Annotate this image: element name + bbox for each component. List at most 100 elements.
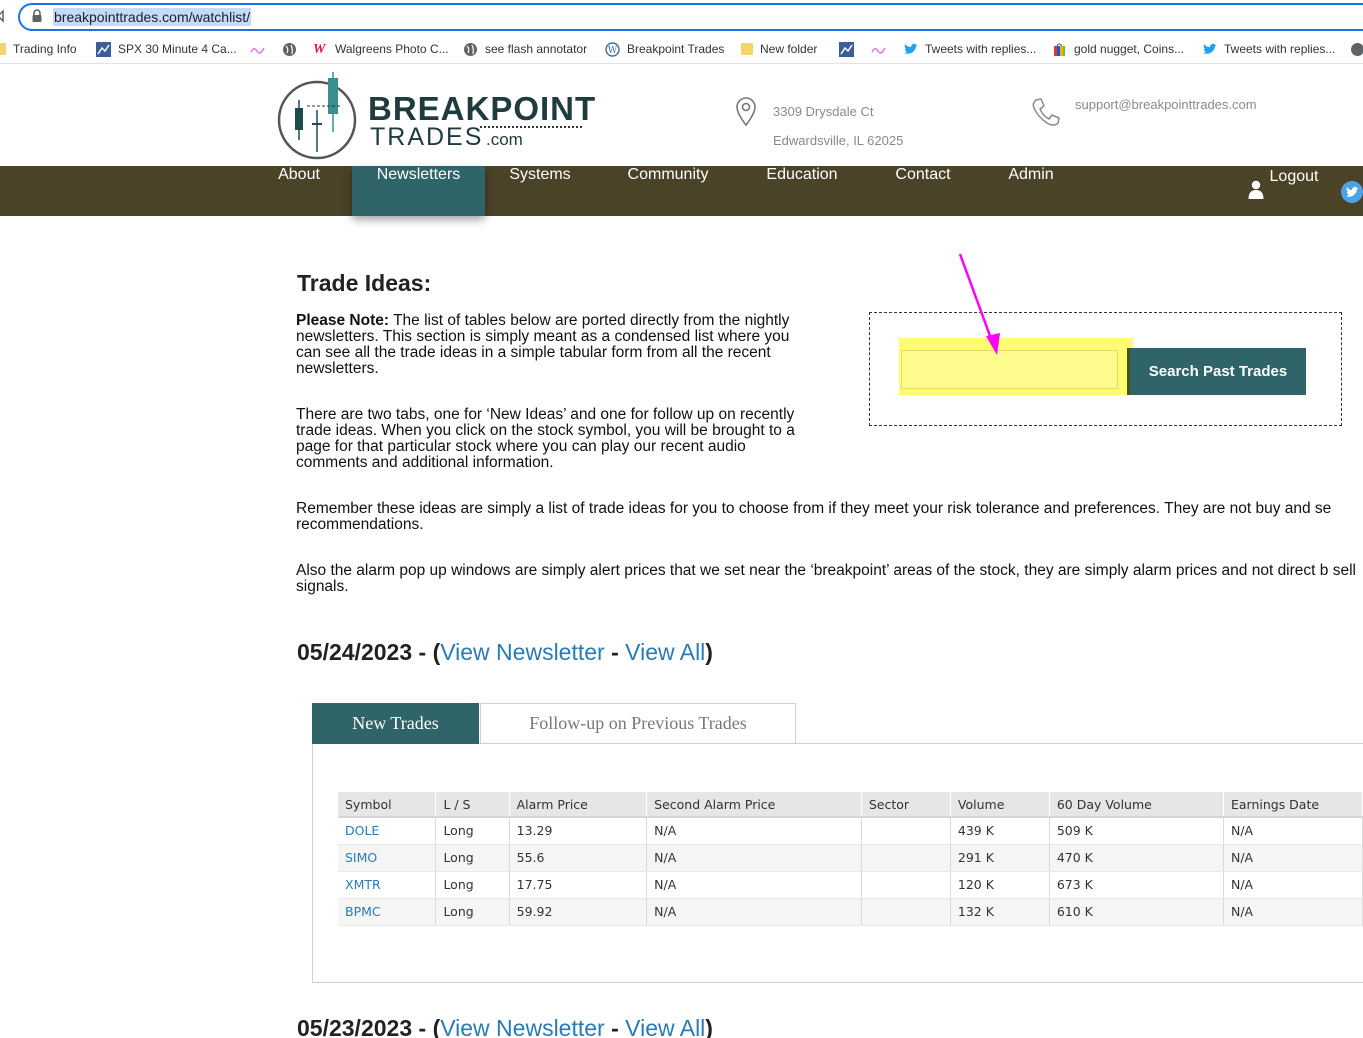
bookmark-globe[interactable]: [282, 40, 304, 58]
column-header[interactable]: Sector: [861, 792, 951, 818]
view-all-link[interactable]: View All: [625, 639, 705, 665]
lock-icon[interactable]: [31, 9, 43, 23]
wordpress-favicon: W: [605, 41, 620, 57]
logo-trades: TRADES: [370, 123, 484, 151]
address-line-1: 3309 Drysdale Ct: [773, 104, 874, 119]
search-past-trades-button[interactable]: Search Past Trades: [1127, 348, 1306, 395]
arrow-annotation-icon: [958, 253, 1000, 355]
page-title: Trade Ideas:: [297, 270, 432, 296]
bookmark-flash-annotator[interactable]: see flash annotator: [463, 40, 587, 58]
table-cell: N/A: [646, 898, 862, 926]
bookmark-new-folder[interactable]: New folder: [741, 40, 817, 58]
bookmark-breakpoint-trades[interactable]: W Breakpoint Trades: [605, 40, 724, 58]
phone-icon: [1032, 98, 1060, 126]
nav-systems[interactable]: Systems: [500, 166, 580, 216]
main-nav: About Newsletters Systems Community Educ…: [0, 166, 1363, 216]
logo-dotcom: .com: [486, 130, 523, 149]
table-cell: N/A: [1223, 817, 1363, 845]
table-row: SIMO Long 55.6 N/A 291 K 470 K N/A: [338, 844, 1363, 872]
bookmark-gold-nugget[interactable]: gold nugget, Coins...: [1052, 40, 1184, 58]
url-text[interactable]: breakpointtrades.com/watchlist/: [53, 8, 252, 26]
table-cell: N/A: [646, 844, 862, 872]
view-all-link[interactable]: View All: [625, 1015, 705, 1038]
walgreens-favicon: W: [313, 41, 326, 57]
tabs-explanation-paragraph: There are two tabs, one for ‘New Ideas’ …: [296, 406, 795, 471]
bookmark-tweets-1[interactable]: Tweets with replies...: [903, 40, 1036, 58]
table-cell: Long: [435, 898, 510, 926]
nav-admin[interactable]: Admin: [996, 166, 1066, 216]
symbol-link[interactable]: BPMC: [338, 898, 437, 926]
nav-education[interactable]: Education: [755, 166, 849, 216]
user-icon[interactable]: [1248, 180, 1264, 200]
nav-community[interactable]: Community: [614, 166, 722, 216]
bookmark-label: Tweets with replies...: [925, 42, 1037, 56]
newsletter-date: 05/24/2023: [297, 639, 413, 665]
alarm-explanation-paragraph: Also the alarm pop up windows are simply…: [296, 562, 1356, 595]
table-cell: Long: [435, 844, 510, 872]
bookmark-chart[interactable]: [839, 40, 861, 58]
table-cell: [861, 898, 951, 926]
bookmark-spx-chart[interactable]: SPX 30 Minute 4 Ca...: [96, 40, 237, 58]
column-header[interactable]: Second Alarm Price: [646, 792, 862, 818]
bookmark-squiggle[interactable]: [871, 40, 893, 58]
table-cell: 509 K: [1049, 817, 1224, 845]
twitter-icon[interactable]: [1341, 181, 1363, 203]
newsletter-date-heading: 05/24/2023 - (View Newsletter - View All…: [297, 639, 713, 665]
tab-follow-up[interactable]: Follow-up on Previous Trades: [480, 703, 796, 744]
table-row: XMTR Long 17.75 N/A 120 K 673 K N/A: [338, 871, 1363, 899]
new-trades-table: Symbol L / S Alarm Price Second Alarm Pr…: [338, 792, 1363, 926]
column-header[interactable]: Alarm Price: [509, 792, 648, 818]
column-header[interactable]: L / S: [435, 792, 510, 818]
nav-newsletters[interactable]: Newsletters: [352, 166, 485, 216]
table-cell: 59.92: [509, 898, 648, 926]
column-header[interactable]: 60 Day Volume: [1049, 792, 1224, 818]
bookmark-label: gold nugget, Coins...: [1074, 42, 1185, 56]
symbol-link[interactable]: SIMO: [338, 844, 437, 872]
bookmark-label: see flash annotator: [485, 42, 588, 56]
bookmark-label: Tweets with replies...: [1224, 42, 1336, 56]
svg-text:W: W: [608, 46, 618, 56]
tab-new-trades[interactable]: New Trades: [312, 703, 479, 744]
bookmark-label: SPX 30 Minute 4 Ca...: [118, 42, 237, 56]
bookmark-label: New folder: [760, 42, 818, 56]
bookmark-trading-info[interactable]: Trading Info: [0, 40, 77, 58]
symbol-link[interactable]: XMTR: [338, 871, 437, 899]
twitter-favicon: [904, 43, 918, 54]
symbol-link[interactable]: DOLE: [338, 817, 437, 845]
table-cell: 132 K: [950, 898, 1050, 926]
breakpoint-trades-logo[interactable]: BREAKPOINT TRADES .com: [275, 70, 595, 162]
column-header[interactable]: Volume: [950, 792, 1050, 818]
logout-link[interactable]: Logout: [1268, 168, 1320, 218]
newsletter-date: 05/23/2023: [297, 1015, 413, 1038]
table-cell: N/A: [1223, 898, 1363, 926]
pink-squiggle-favicon: [250, 47, 265, 54]
home-icon[interactable]: [0, 9, 7, 23]
support-email-link[interactable]: support@breakpointtrades.com: [1075, 97, 1257, 112]
column-header[interactable]: Symbol: [338, 792, 437, 818]
nav-about[interactable]: About: [263, 166, 335, 216]
logo-dotted-line: [480, 126, 582, 128]
bookmark-label: Trading Info: [13, 42, 77, 56]
table-cell: N/A: [1223, 871, 1363, 899]
please-note-paragraph: Please Note: The list of tables below ar…: [296, 313, 806, 377]
table-cell: N/A: [1223, 844, 1363, 872]
globe-icon: [464, 42, 477, 56]
bookmark-walgreens[interactable]: W Walgreens Photo C...: [313, 40, 449, 58]
table-cell: 673 K: [1049, 871, 1224, 899]
column-header[interactable]: Earnings Date: [1223, 792, 1363, 818]
bookmark-tweets-2[interactable]: Tweets with replies...: [1202, 40, 1335, 58]
bookmark-label: Walgreens Photo C...: [335, 42, 449, 56]
table-row: DOLE Long 13.29 N/A 439 K 509 K N/A: [338, 817, 1363, 845]
table-cell: 610 K: [1049, 898, 1224, 926]
bookmarks-bar: Trading Info SPX 30 Minute 4 Ca... W Wal…: [0, 34, 1363, 64]
disclaimer-paragraph: Remember these ideas are simply a list o…: [296, 500, 1332, 533]
folder-icon: [0, 43, 6, 55]
view-newsletter-link[interactable]: View Newsletter: [440, 1015, 604, 1038]
table-cell: N/A: [646, 817, 862, 845]
nav-contact[interactable]: Contact: [884, 166, 962, 216]
bookmark-overflow[interactable]: [1350, 40, 1363, 58]
shopping-bag-favicon: [1054, 43, 1065, 56]
view-newsletter-link[interactable]: View Newsletter: [440, 639, 604, 665]
table-cell: 470 K: [1049, 844, 1224, 872]
bookmark-squiggle[interactable]: [250, 40, 272, 58]
